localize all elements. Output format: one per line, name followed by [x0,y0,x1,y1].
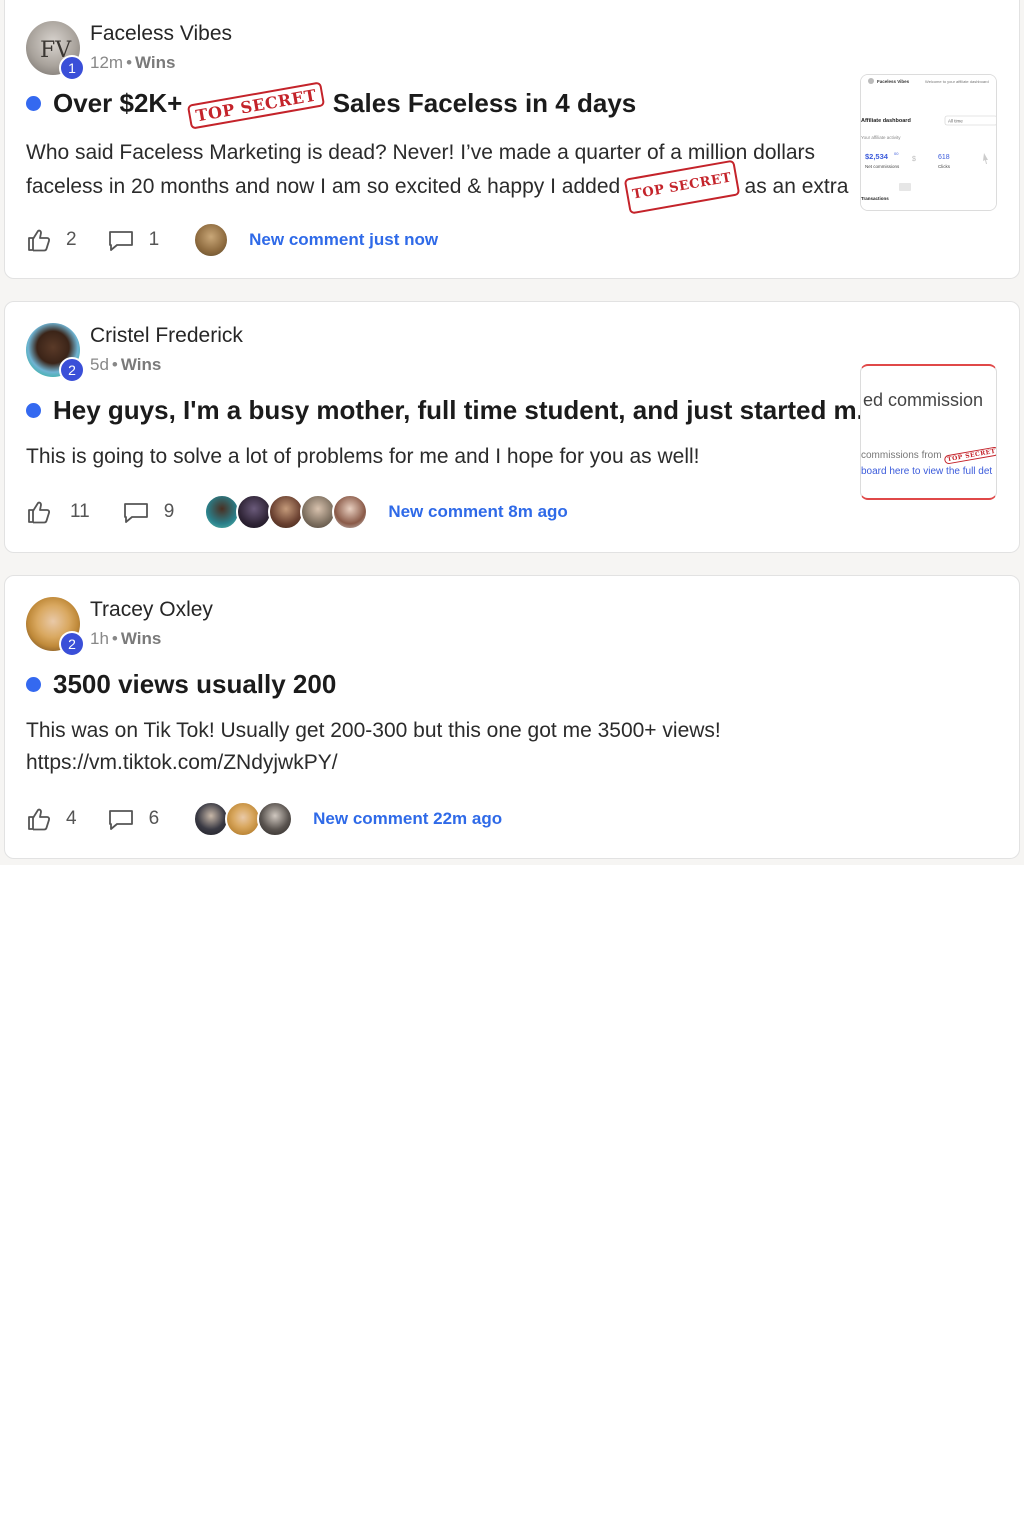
author-avatar[interactable]: FV 1 [26,21,85,81]
post-title[interactable]: 3500 views usually 200 [26,669,336,700]
post-actions: 11 9 New comment 8m ago [26,494,568,530]
commenter-avatars[interactable] [193,801,294,837]
post-actions: 2 1 New comment just now [26,222,438,258]
post-feed: FV 1 Faceless Vibes 12m • Wins Over $2K+ T… [0,0,1024,865]
post-body-line: This was on Tik Tok! Usually get 200-300… [26,719,721,742]
post-title[interactable]: Hey guys, I'm a busy mother, full time s… [26,395,878,426]
post-thumbnail[interactable]: ed commission commissions from TOP SECRE… [860,364,997,500]
like-button[interactable]: 4 [26,806,77,832]
post-meta: 1h • Wins [90,629,162,648]
commenter-avatars[interactable] [193,222,230,258]
post-thumbnail[interactable]: Faceless Vibes Welcome to your affiliate… [860,74,997,211]
thumb-clicks: 618 [938,154,950,161]
like-count: 11 [70,501,90,522]
post-title-text: 3500 views usually 200 [53,669,337,699]
comment-bubble-icon [122,499,150,525]
post-body: Who said Faceless Marketing is dead? Nev… [26,137,849,215]
post-time: 1h [90,629,109,648]
commenter-avatar [332,494,369,530]
post-time: 5d [90,355,109,374]
author-avatar[interactable]: 2 [26,597,85,657]
comment-count: 1 [148,229,160,250]
thumb-dashboard-title: Affiliate dashboard [861,118,911,124]
comment-count: 6 [148,808,160,829]
commenter-avatar [204,494,241,530]
thumb-big-text: ed commission [863,390,984,410]
unread-dot [26,96,41,111]
unread-dot [26,403,41,418]
unread-dot [26,677,41,692]
post-body: This was on Tik Tok! Usually get 200-300… [26,715,721,779]
comment-button[interactable]: 9 [122,499,175,525]
post-body-link[interactable]: https://vm.tiktok.com/ZNdyjwkPY/ [26,747,721,779]
commenter-avatar [225,801,262,837]
commenter-avatar [236,494,273,530]
post-card[interactable]: FV 1 Faceless Vibes 12m • Wins Over $2K+ T… [4,0,1020,279]
thumb-link-line: board here to view the full det [861,466,993,477]
thumb-amount-label: Net commissions [865,164,900,169]
thumb-header: Faceless Vibes [877,79,910,84]
author-name[interactable]: Cristel Frederick [90,324,243,348]
like-button[interactable]: 11 [26,499,90,525]
new-comment-link[interactable]: New comment 22m ago [313,809,502,829]
thumbs-up-icon [26,499,52,525]
commenter-avatar [193,222,230,258]
post-category[interactable]: Wins [121,355,161,374]
comment-count: 9 [163,501,175,522]
post-title-part-2: Sales Faceless in 4 days [332,88,637,118]
post-card[interactable]: 2 Cristel Frederick 5d • Wins Hey guys, I'… [4,301,1020,553]
new-comment-link[interactable]: New comment just now [249,230,438,250]
thumb-amount: $2,534 [865,152,889,161]
thumb-transactions: Transactions [861,196,889,201]
post-title[interactable]: Over $2K+ TOP SECRET Sales Faceless in 4… [26,81,637,130]
post-card[interactable]: 2 Tracey Oxley 1h • Wins 3500 views usuall… [4,575,1020,859]
comment-bubble-icon [107,227,135,253]
post-category[interactable]: Wins [121,629,161,648]
post-time: 12m [90,53,124,72]
post-body-line: faceless in 20 months and now I am so ex… [26,175,621,198]
top-secret-stamp: TOP SECRET [943,446,996,465]
level-badge: 1 [59,55,85,81]
level-badge: 2 [59,357,85,383]
like-count: 2 [66,229,77,250]
top-secret-stamp: TOP SECRET [187,81,326,130]
author-avatar[interactable]: 2 [26,323,85,383]
comment-bubble-icon [107,806,135,832]
post-meta: 12m • Wins [90,53,176,72]
author-name[interactable]: Faceless Vibes [90,22,232,46]
thumb-line: commissions from [861,450,942,461]
post-actions: 4 6 New comment 22m ago [26,801,502,837]
thumb-filter: All time [948,119,963,124]
svg-text:$: $ [912,156,916,163]
thumbs-up-icon [26,227,52,253]
like-button[interactable]: 2 [26,227,77,253]
thumbs-up-icon [26,806,52,832]
commenter-avatar [193,801,230,837]
thumb-clicks-label: Clicks [938,164,951,169]
post-title-text: Hey guys, I'm a busy mother, full time s… [53,395,879,425]
comment-button[interactable]: 6 [107,806,160,832]
level-badge: 2 [59,631,85,657]
commenter-avatars[interactable] [204,494,369,530]
post-category[interactable]: Wins [135,53,175,72]
author-name[interactable]: Tracey Oxley [90,598,213,622]
commenter-avatar [257,801,294,837]
post-title-part-1: Over $2K+ [53,88,183,118]
comment-button[interactable]: 1 [107,227,160,253]
commenter-avatar [268,494,305,530]
new-comment-link[interactable]: New comment 8m ago [388,502,568,522]
post-body-line-end: as an extra [744,175,849,198]
thumb-amount-cents: 00 [894,151,899,156]
post-body-line: This is going to solve a lot of problems… [26,445,700,468]
thumb-section: Your affiliate activity [861,135,901,140]
post-meta: 5d • Wins [90,355,162,374]
thumb-header-sub: Welcome to your affiliate dashboard [925,79,989,84]
like-count: 4 [66,808,77,829]
commenter-avatar [300,494,337,530]
post-body: This is going to solve a lot of problems… [26,441,700,473]
